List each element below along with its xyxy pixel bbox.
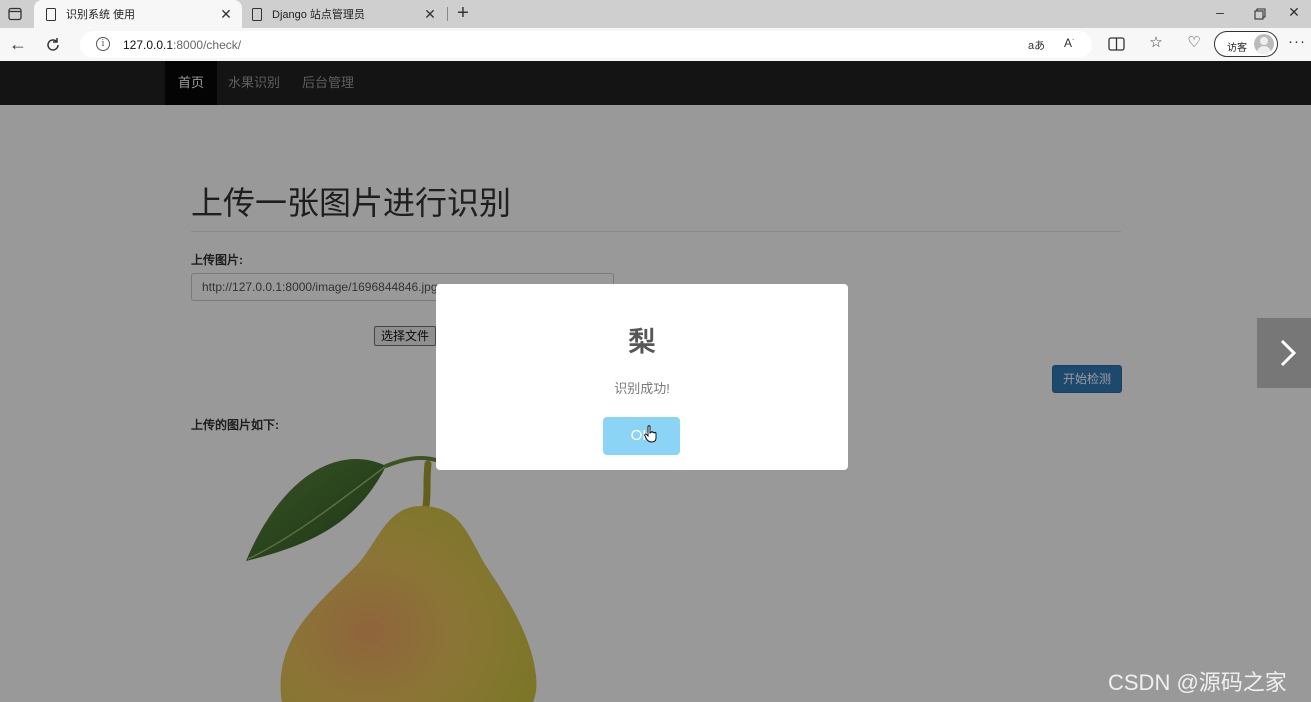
tab-title: Django 站点管理员 xyxy=(272,9,365,21)
profile-label: 访客 xyxy=(1227,43,1247,54)
minimize-icon[interactable]: – xyxy=(1210,4,1230,20)
back-icon[interactable]: ← xyxy=(6,32,30,56)
restore-icon[interactable] xyxy=(1249,7,1269,21)
next-arrow-icon[interactable] xyxy=(1257,318,1311,388)
translate-icon[interactable]: aあ xyxy=(1028,37,1045,53)
tab-actions-icon[interactable] xyxy=(7,6,23,22)
hand-cursor-icon xyxy=(644,425,657,443)
tab-django-admin[interactable]: Django 站点管理员 ✕ xyxy=(240,0,446,28)
url-text: 127.0.0.1:8000/check/ xyxy=(123,38,242,52)
profile-button[interactable]: 访客 xyxy=(1214,31,1278,57)
close-tab-icon[interactable]: ✕ xyxy=(216,6,236,23)
more-options-icon[interactable]: ··· xyxy=(1288,33,1306,50)
avatar-icon xyxy=(1254,34,1274,54)
favorites-icon[interactable]: ☆ xyxy=(1145,33,1167,51)
tab-title: 识别系统 使用 xyxy=(66,9,136,21)
web-page: 首页 水果识别 后台管理 上传一张图片进行识别 上传图片: http://127… xyxy=(0,61,1311,702)
split-screen-icon[interactable] xyxy=(1106,36,1128,52)
tab-recognition[interactable]: 识别系统 使用 ✕ xyxy=(34,0,242,28)
close-window-icon[interactable]: ✕ xyxy=(1284,4,1304,21)
dialog-message: 识别成功! xyxy=(614,381,670,396)
dialog-title: 梨 xyxy=(628,327,656,357)
watermark-text: CSDN @源码之家 xyxy=(1108,670,1287,695)
close-tab-icon[interactable]: ✕ xyxy=(420,6,440,23)
refresh-icon[interactable] xyxy=(44,36,62,54)
ok-button[interactable]: OK xyxy=(603,417,680,455)
page-icon xyxy=(46,7,56,21)
new-tab-icon[interactable]: + xyxy=(453,2,473,25)
address-bar[interactable]: i 127.0.0.1:8000/check/ aあ A⋅ xyxy=(80,31,1092,58)
site-info-icon[interactable]: i xyxy=(96,37,110,51)
read-aloud-icon[interactable]: A⋅ xyxy=(1064,36,1074,50)
browser-toolbar: ← i 127.0.0.1:8000/check/ aあ A⋅ ☆ ♡ 访客 ·… xyxy=(0,28,1311,61)
result-dialog: 梨 识别成功! OK xyxy=(436,284,848,470)
tab-divider xyxy=(447,7,448,21)
page-icon xyxy=(252,7,262,21)
tab-strip: 识别系统 使用 ✕ Django 站点管理员 ✕ + – ✕ xyxy=(0,0,1311,28)
browser-essentials-icon[interactable]: ♡ xyxy=(1183,33,1205,51)
